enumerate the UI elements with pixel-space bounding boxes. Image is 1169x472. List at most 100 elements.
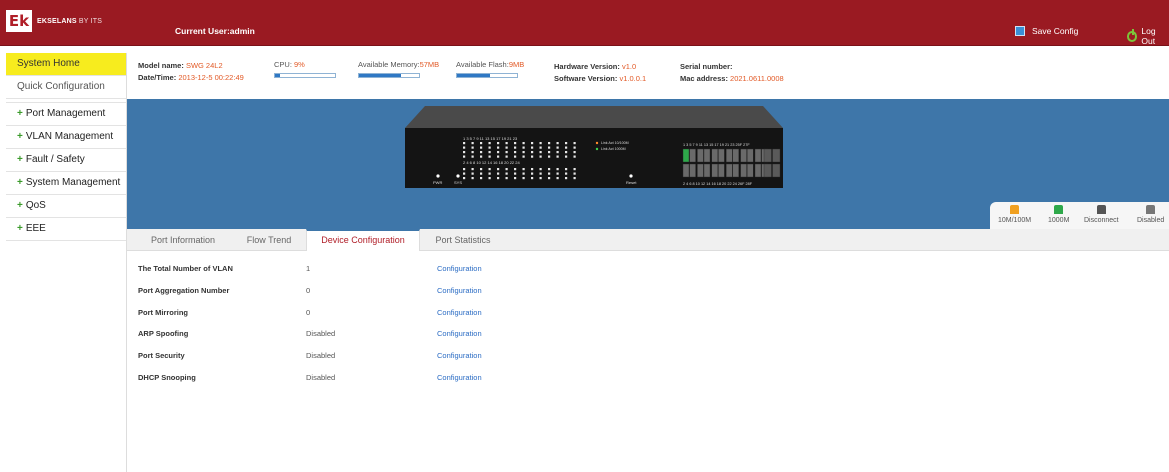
configuration-link[interactable]: Configuration	[437, 286, 482, 295]
legend-label: Disabled	[1137, 217, 1165, 224]
port-top-numbers: 1 3 5 7 9 11 13 15 17 19 21 23 25F 27F	[683, 143, 750, 147]
tab-flow-trend[interactable]: Flow Trend	[233, 229, 305, 251]
sidebar-item-label: Quick Configuration	[17, 81, 105, 92]
status-led	[565, 142, 568, 145]
serial-number-info: Serial number:	[680, 62, 733, 71]
status-led	[573, 168, 576, 171]
configuration-link[interactable]: Configuration	[437, 351, 482, 360]
status-led	[471, 172, 474, 175]
status-led	[573, 142, 576, 145]
cpu-usage-bar	[274, 73, 336, 78]
ethernet-port[interactable]	[718, 148, 725, 163]
led-top-numbers: 1 3 5 7 9 11 13 15 17 19 21 23	[463, 136, 518, 141]
status-led	[531, 168, 534, 171]
row-label: Port Mirroring	[138, 308, 188, 317]
ethernet-port[interactable]	[711, 148, 718, 163]
datetime-value: 2013-12-5 00:22:49	[178, 73, 244, 82]
ethernet-port[interactable]	[754, 163, 762, 178]
ethernet-port[interactable]	[689, 148, 696, 163]
configuration-link[interactable]: Configuration	[437, 308, 482, 317]
configuration-link[interactable]: Configuration	[437, 373, 482, 382]
status-led	[488, 146, 491, 149]
sfp-port[interactable]	[772, 148, 781, 163]
ethernet-port[interactable]	[682, 148, 690, 163]
ethernet-port[interactable]	[754, 148, 762, 163]
sidebar-item-quick-configuration[interactable]: Quick Configuration	[6, 76, 126, 99]
ethernet-port[interactable]	[726, 148, 733, 163]
memory-info: Available Memory:57MB	[358, 60, 439, 78]
tab-device-configuration[interactable]: Device Configuration	[306, 229, 420, 251]
ethernet-port[interactable]	[697, 163, 704, 178]
cpu-info: CPU: 9%	[274, 60, 336, 78]
status-led	[480, 155, 483, 158]
software-version-value: v1.0.0.1	[619, 74, 647, 83]
status-led	[565, 151, 568, 154]
status-led	[505, 151, 508, 154]
ethernet-port[interactable]	[726, 163, 733, 178]
ethernet-port[interactable]	[740, 163, 747, 178]
ethernet-port[interactable]	[689, 163, 696, 178]
status-led	[522, 172, 525, 175]
status-led	[556, 172, 559, 175]
software-version-label: Software Version:	[554, 74, 618, 83]
ethernet-port[interactable]	[703, 148, 711, 163]
memory-usage-fill	[359, 74, 401, 77]
software-version-info: Software Version: v1.0.0.1	[554, 74, 646, 83]
ethernet-port[interactable]	[697, 148, 704, 163]
status-led	[556, 142, 559, 145]
ethernet-port[interactable]	[682, 163, 690, 178]
device-info-bar: Model name: SWG 24L2 Date/Time: 2013-12-…	[130, 53, 1169, 99]
status-led	[514, 172, 517, 175]
status-led	[514, 177, 517, 180]
table-row: Port Security Disabled Configuration	[138, 351, 738, 372]
configuration-link[interactable]: Configuration	[437, 329, 482, 338]
status-led	[556, 151, 559, 154]
status-led	[497, 172, 500, 175]
status-led	[548, 172, 551, 175]
status-led	[480, 142, 483, 145]
sfp-port[interactable]	[763, 163, 772, 178]
status-led	[471, 155, 474, 158]
table-row: DHCP Snooping Disabled Configuration	[138, 373, 738, 394]
save-icon	[1015, 26, 1025, 36]
plus-icon: +	[17, 177, 23, 188]
reset-button[interactable]	[629, 174, 633, 178]
flash-info: Available Flash:9MB	[456, 60, 524, 78]
status-led	[497, 146, 500, 149]
plus-icon: +	[17, 108, 23, 119]
sidebar-item-eee[interactable]: + EEE	[6, 218, 126, 241]
sidebar-item-port-management[interactable]: + Port Management	[6, 103, 126, 126]
sidebar-item-system-management[interactable]: + System Management	[6, 172, 126, 195]
sidebar-item-system-home[interactable]: System Home	[6, 53, 126, 76]
ethernet-port[interactable]	[732, 148, 739, 163]
status-led	[505, 177, 508, 180]
hardware-version-label: Hardware Version:	[554, 62, 620, 71]
sfp-port[interactable]	[772, 163, 781, 178]
ethernet-port[interactable]	[703, 163, 711, 178]
status-led	[505, 155, 508, 158]
status-led	[531, 155, 534, 158]
status-led	[488, 142, 491, 145]
tab-port-information[interactable]: Port Information	[133, 229, 233, 251]
log-out-button[interactable]: Log Out	[1127, 26, 1169, 46]
configuration-link[interactable]: Configuration	[437, 264, 482, 273]
legend-port-icon-disabled	[1146, 205, 1156, 214]
ethernet-port[interactable]	[747, 163, 754, 178]
status-led	[497, 168, 500, 171]
sidebar-item-fault-safety[interactable]: + Fault / Safety	[6, 149, 126, 172]
status-led	[565, 155, 568, 158]
ethernet-port[interactable]	[747, 148, 754, 163]
status-led	[488, 168, 491, 171]
sidebar-item-vlan-management[interactable]: + VLAN Management	[6, 126, 126, 149]
tab-port-statistics[interactable]: Port Statistics	[421, 229, 505, 251]
ethernet-port[interactable]	[711, 163, 718, 178]
save-config-button[interactable]: Save Config	[1015, 26, 1078, 36]
current-user-label: Current User:admin	[175, 26, 255, 36]
link-led-indicator-1000	[595, 147, 599, 151]
ethernet-port[interactable]	[732, 163, 739, 178]
ethernet-port[interactable]	[718, 163, 725, 178]
sidebar-item-qos[interactable]: + QoS	[6, 195, 126, 218]
ethernet-port[interactable]	[740, 148, 747, 163]
sfp-port[interactable]	[763, 148, 772, 163]
table-row: ARP Spoofing Disabled Configuration	[138, 329, 738, 350]
